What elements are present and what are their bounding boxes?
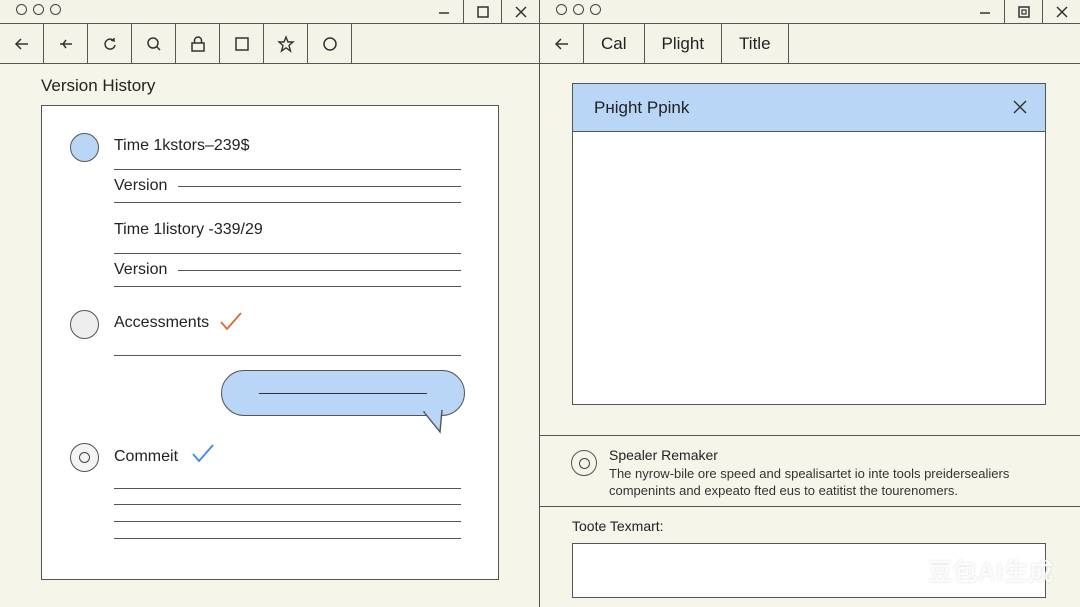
- bubble-tail: [422, 410, 443, 434]
- left-titlebar: [0, 0, 539, 24]
- right-window: Cal Plight Title Pнight Ppink Spealer Re…: [540, 0, 1080, 607]
- minimize-icon: [439, 11, 449, 14]
- speaker-title: Spealer Remaker: [609, 447, 718, 463]
- bubble-text-line: [259, 393, 427, 394]
- window-dot-icon[interactable]: [590, 4, 601, 15]
- minimize-button[interactable]: [425, 0, 463, 23]
- minimize-icon: [980, 11, 990, 14]
- divider: [114, 202, 461, 203]
- lock-button[interactable]: [176, 24, 220, 63]
- divider: [114, 169, 461, 170]
- divider: [540, 506, 1080, 507]
- left-window-controls: [425, 0, 539, 23]
- version-label: Version: [114, 261, 168, 278]
- divider: [114, 488, 461, 489]
- window-dot-icon[interactable]: [16, 4, 27, 15]
- dialog-close-button[interactable]: [1009, 96, 1031, 118]
- circle-button[interactable]: [308, 24, 352, 63]
- entry-title: Accessments: [114, 314, 210, 331]
- radio-target-icon[interactable]: [571, 450, 597, 476]
- lock-icon: [190, 35, 205, 52]
- close-icon: [514, 5, 527, 18]
- window-dots: [556, 4, 601, 15]
- back-button[interactable]: [0, 24, 44, 63]
- window-dots: [16, 4, 61, 15]
- dialog-title: Pнight Ppink: [594, 98, 690, 117]
- window-dot-icon[interactable]: [573, 4, 584, 15]
- tab-title[interactable]: Title: [722, 24, 789, 63]
- version-value-line[interactable]: [178, 186, 461, 187]
- window-dot-icon[interactable]: [50, 4, 61, 15]
- restore-icon: [1017, 5, 1030, 18]
- close-icon: [1013, 100, 1027, 114]
- left-toolbar: [0, 24, 539, 64]
- close-window-button[interactable]: [1042, 0, 1080, 23]
- back-button[interactable]: [540, 24, 584, 63]
- minimize-button[interactable]: [966, 0, 1004, 23]
- version-status-icon[interactable]: [70, 133, 99, 162]
- version-status-icon[interactable]: [70, 310, 99, 339]
- right-titlebar: [540, 0, 1080, 24]
- arrow-left-icon: [554, 37, 568, 50]
- entry-title: Time 1kstors–239$: [114, 137, 250, 154]
- dialog: Pнight Ppink: [572, 83, 1046, 405]
- bookmark-button[interactable]: [264, 24, 308, 63]
- close-icon: [1055, 5, 1068, 18]
- divider: [114, 538, 461, 539]
- divider: [114, 504, 461, 505]
- speaker-description: The nyrow-bile ore speed and spealisarte…: [609, 466, 1010, 498]
- tab-plight[interactable]: Plight: [645, 24, 723, 63]
- restore-button[interactable]: [1004, 0, 1042, 23]
- search-icon: [146, 36, 161, 51]
- maximize-button[interactable]: [463, 0, 501, 23]
- divider: [114, 286, 461, 287]
- check-icon: [220, 312, 242, 331]
- version-value-line[interactable]: [178, 270, 461, 271]
- forward-button[interactable]: [44, 24, 88, 63]
- version-label: Version: [114, 177, 168, 194]
- window-dot-icon[interactable]: [33, 4, 44, 15]
- square-button[interactable]: [220, 24, 264, 63]
- right-toolbar: Cal Plight Title: [540, 24, 1080, 64]
- left-window: Version History Time 1kstors–239$ Versio…: [0, 0, 540, 607]
- check-icon: [192, 444, 214, 463]
- watermark: 豆包AI生成: [928, 559, 1054, 586]
- window-dot-icon[interactable]: [556, 4, 567, 15]
- refresh-button[interactable]: [88, 24, 132, 63]
- divider: [114, 521, 461, 522]
- text-field-label: Toote Texmart:: [572, 518, 664, 534]
- star-icon: [276, 34, 295, 53]
- tab-cal[interactable]: Cal: [584, 24, 645, 63]
- version-history-panel: [41, 105, 499, 580]
- close-window-button[interactable]: [501, 0, 539, 23]
- target-icon[interactable]: [70, 443, 99, 472]
- refresh-icon: [103, 37, 116, 50]
- divider: [540, 435, 1080, 436]
- right-window-controls: [966, 0, 1080, 23]
- page-title: Version History: [41, 76, 156, 95]
- circle-icon: [322, 36, 337, 51]
- dialog-header: Pнight Ppink: [573, 84, 1045, 132]
- divider: [114, 253, 461, 254]
- entry-title: Commeit: [114, 448, 179, 465]
- entry-title: Time 1listory -339/29: [114, 221, 263, 238]
- arrow-split-icon: [59, 39, 72, 48]
- square-icon: [234, 36, 249, 51]
- arrow-left-icon: [14, 37, 28, 50]
- divider: [114, 355, 461, 356]
- search-button[interactable]: [132, 24, 176, 63]
- maximize-icon: [476, 5, 489, 18]
